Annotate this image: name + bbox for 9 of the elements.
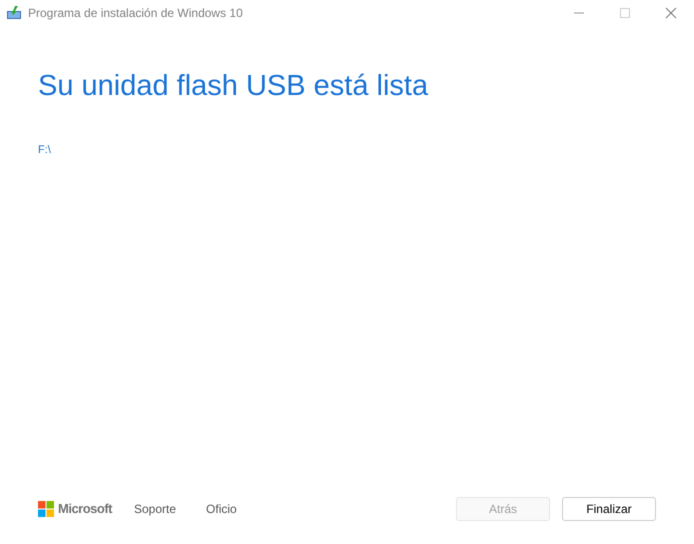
footer-link[interactable]: Oficio — [206, 500, 237, 518]
microsoft-logo-icon — [38, 501, 54, 517]
window-title: Programa de instalación de Windows 10 — [28, 5, 243, 22]
footer-link[interactable]: Soporte — [134, 500, 176, 518]
installer-icon — [6, 6, 22, 20]
finish-button[interactable]: Finalizar — [562, 497, 656, 521]
drive-label: F:\ — [38, 143, 52, 158]
page-heading: Su unidad flash USB está lista — [38, 69, 430, 104]
brand-name: Microsoft — [58, 500, 112, 518]
